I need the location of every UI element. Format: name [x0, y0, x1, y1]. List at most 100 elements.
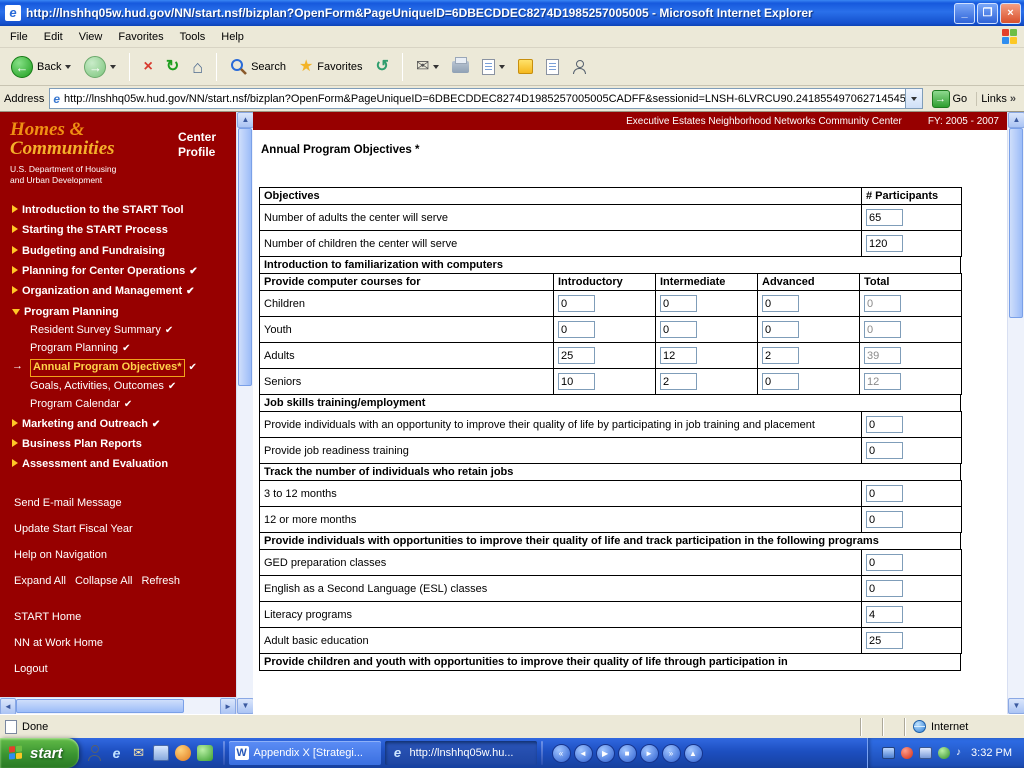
sidebar-vertical-scrollbar[interactable]: ▲ ▼	[236, 112, 253, 714]
media-play-button[interactable]: ▶	[596, 744, 615, 763]
children-advanced-input[interactable]	[762, 295, 799, 312]
forward-button[interactable]: →	[79, 53, 121, 81]
address-url[interactable]: http://lnshhq05w.hud.gov/NN/start.nsf/bi…	[64, 93, 904, 105]
sidebar-item-budgeting[interactable]: Budgeting and Fundraising	[0, 241, 236, 261]
menu-view[interactable]: View	[71, 28, 111, 46]
sidebar-item-organization[interactable]: Organization and Management✔	[0, 281, 236, 301]
update-fiscal-year-link[interactable]: Update Start Fiscal Year	[0, 516, 236, 542]
adults-served-input[interactable]	[866, 209, 903, 226]
taskbar-window-word[interactable]: W Appendix X [Strategi...	[229, 741, 381, 765]
sidebar-item-planning-operations[interactable]: Planning for Center Operations✔	[0, 261, 236, 281]
home-button[interactable]: ⌂	[187, 54, 208, 80]
children-introductory-input[interactable]	[558, 295, 595, 312]
refresh-link[interactable]: Refresh	[141, 575, 180, 587]
tray-messenger-icon[interactable]	[938, 747, 950, 759]
adults-intermediate-input[interactable]	[660, 347, 697, 364]
children-served-input[interactable]	[866, 235, 903, 252]
sidebar-item-assessment[interactable]: Assessment and Evaluation	[0, 454, 236, 474]
media-stop-button[interactable]: ■	[618, 744, 637, 763]
job-readiness-input[interactable]	[866, 442, 903, 459]
seniors-advanced-input[interactable]	[762, 373, 799, 390]
print-button[interactable]	[447, 58, 474, 76]
collapse-all-link[interactable]: Collapse All	[75, 575, 132, 587]
retain-12-plus-input[interactable]	[866, 511, 903, 528]
media-rewind-button[interactable]: ◄	[574, 744, 593, 763]
scroll-down-button[interactable]: ▼	[1008, 698, 1024, 714]
seniors-intermediate-input[interactable]	[660, 373, 697, 390]
messenger-quicklaunch-icon[interactable]	[197, 745, 213, 761]
menu-favorites[interactable]: Favorites	[110, 28, 171, 46]
youth-intermediate-input[interactable]	[660, 321, 697, 338]
job-training-input[interactable]	[866, 416, 903, 433]
scroll-thumb[interactable]	[238, 128, 252, 386]
address-dropdown-button[interactable]	[905, 89, 922, 108]
seniors-introductory-input[interactable]	[558, 373, 595, 390]
close-button[interactable]: ×	[1000, 3, 1021, 24]
help-navigation-link[interactable]: Help on Navigation	[0, 542, 236, 568]
center-profile-link[interactable]: Center Profile	[178, 120, 232, 186]
sidebar-item-starting[interactable]: Starting the START Process	[0, 220, 236, 240]
tray-volume-icon[interactable]: ♪	[956, 747, 961, 759]
adults-advanced-input[interactable]	[762, 347, 799, 364]
expand-all-link[interactable]: Expand All	[14, 575, 66, 587]
adult-basic-education-input[interactable]	[866, 632, 903, 649]
sidebar-subitem-goals-activities[interactable]: Goals, Activities, Outcomes✔	[0, 378, 236, 396]
scroll-thumb[interactable]	[1009, 128, 1023, 318]
user-quicklaunch-icon[interactable]	[87, 745, 103, 761]
scroll-track[interactable]	[16, 698, 220, 714]
clock[interactable]: 3:32 PM	[971, 747, 1012, 759]
tray-security-icon[interactable]	[901, 747, 913, 759]
scroll-track[interactable]	[237, 128, 253, 698]
edit-button[interactable]	[477, 56, 510, 78]
history-button[interactable]: ↺	[371, 54, 394, 80]
menu-tools[interactable]: Tools	[172, 28, 214, 46]
retain-3-12-input[interactable]	[866, 485, 903, 502]
scroll-down-button[interactable]: ▼	[237, 698, 254, 714]
adults-introductory-input[interactable]	[558, 347, 595, 364]
sidebar-subitem-program-planning[interactable]: Program Planning✔	[0, 340, 236, 358]
refresh-button[interactable]: ↻	[161, 54, 184, 80]
scroll-track[interactable]	[1008, 128, 1024, 698]
sidebar-subitem-annual-program-objectives[interactable]: →Annual Program Objectives*✔	[0, 358, 236, 378]
tray-display-icon[interactable]	[882, 747, 895, 759]
mail-quicklaunch-icon[interactable]: ✉	[131, 745, 147, 761]
back-button[interactable]: ← Back	[6, 53, 76, 81]
children-intermediate-input[interactable]	[660, 295, 697, 312]
menu-file[interactable]: File	[2, 28, 36, 46]
send-email-link[interactable]: Send E-mail Message	[0, 490, 236, 516]
menu-edit[interactable]: Edit	[36, 28, 71, 46]
scroll-right-button[interactable]: ►	[220, 698, 236, 715]
sidebar-subitem-program-calendar[interactable]: Program Calendar✔	[0, 396, 236, 414]
research-button[interactable]	[541, 56, 564, 78]
search-button[interactable]: Search	[225, 55, 291, 78]
address-field[interactable]: e http://lnshhq05w.hud.gov/NN/start.nsf/…	[49, 88, 922, 109]
logout-link[interactable]: Logout	[0, 656, 236, 682]
stop-button[interactable]: ×	[138, 54, 157, 80]
esl-input[interactable]	[866, 580, 903, 597]
sidebar-item-marketing[interactable]: Marketing and Outreach✔	[0, 414, 236, 434]
ie-quicklaunch-icon[interactable]: e	[109, 745, 125, 761]
sidebar-horizontal-scrollbar[interactable]: ◄ ►	[0, 697, 236, 714]
start-home-link[interactable]: START Home	[0, 604, 236, 630]
literacy-input[interactable]	[866, 606, 903, 623]
sidebar-subitem-resident-survey[interactable]: Resident Survey Summary✔	[0, 322, 236, 340]
messenger-button[interactable]	[513, 56, 538, 77]
maximize-button[interactable]: ❐	[977, 3, 998, 24]
sidebar-item-introduction[interactable]: Introduction to the START Tool	[0, 200, 236, 220]
youth-introductory-input[interactable]	[558, 321, 595, 338]
scroll-up-button[interactable]: ▲	[237, 112, 254, 128]
media-forward-button[interactable]: ►	[640, 744, 659, 763]
scroll-left-button[interactable]: ◄	[0, 698, 16, 715]
discuss-button[interactable]	[567, 57, 591, 77]
favorites-button[interactable]: ★ Favorites	[294, 54, 368, 80]
taskbar-window-ie[interactable]: e http://lnshhq05w.hu...	[385, 741, 537, 765]
media-next-button[interactable]: »	[662, 744, 681, 763]
media-prev-button[interactable]: «	[552, 744, 571, 763]
main-vertical-scrollbar[interactable]: ▲ ▼	[1007, 112, 1024, 714]
start-button[interactable]: start	[0, 738, 79, 768]
menu-help[interactable]: Help	[213, 28, 252, 46]
media-player-quicklaunch-icon[interactable]	[175, 745, 191, 761]
links-button[interactable]: Links »	[976, 92, 1020, 106]
media-volume-button[interactable]: ▲	[684, 744, 703, 763]
youth-advanced-input[interactable]	[762, 321, 799, 338]
